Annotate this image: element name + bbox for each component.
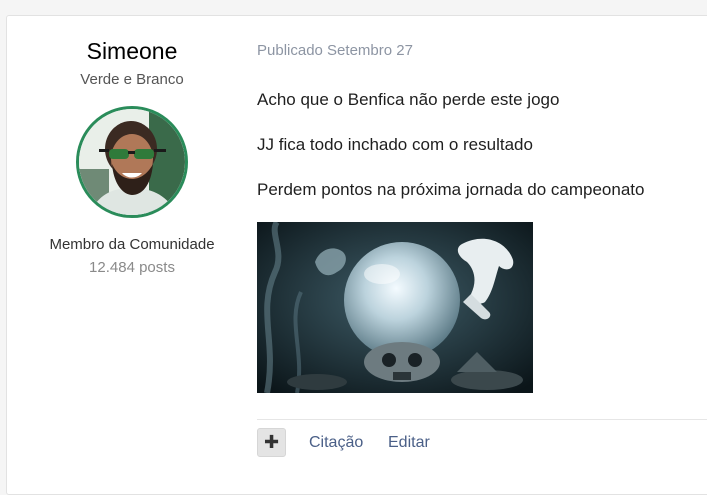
author-post-count: 12.484 posts	[89, 259, 175, 276]
edit-button[interactable]: Editar	[388, 433, 430, 453]
post-divider	[257, 419, 707, 420]
author-rank: Membro da Comunidade	[49, 236, 215, 253]
post-date[interactable]: Publicado Setembro 27	[257, 42, 413, 60]
avatar[interactable]	[76, 106, 188, 218]
post-text-line: Perdem pontos na próxima jornada do camp…	[257, 180, 645, 199]
post-text-line: JJ fica todo inchado com o resultado	[257, 135, 533, 154]
author-panel: Simeone Verde e Branco Membro da Comunid…	[7, 16, 257, 494]
forum-post: Simeone Verde e Branco Membro da Comunid…	[6, 15, 707, 495]
post-text-line: Acho que o Benfica não perde este jogo	[257, 90, 560, 109]
avatar-photo	[79, 109, 185, 215]
quote-button[interactable]: Citação	[309, 433, 363, 453]
crystal-ball-image[interactable]	[257, 222, 533, 393]
author-group: Verde e Branco	[80, 71, 184, 88]
post-body: Publicado Setembro 27 Acho que o Benfica…	[257, 16, 707, 494]
crystal-ball-icon	[257, 222, 533, 393]
author-name[interactable]: Simeone	[7, 37, 257, 65]
plus-icon[interactable]: ✚	[257, 428, 286, 457]
